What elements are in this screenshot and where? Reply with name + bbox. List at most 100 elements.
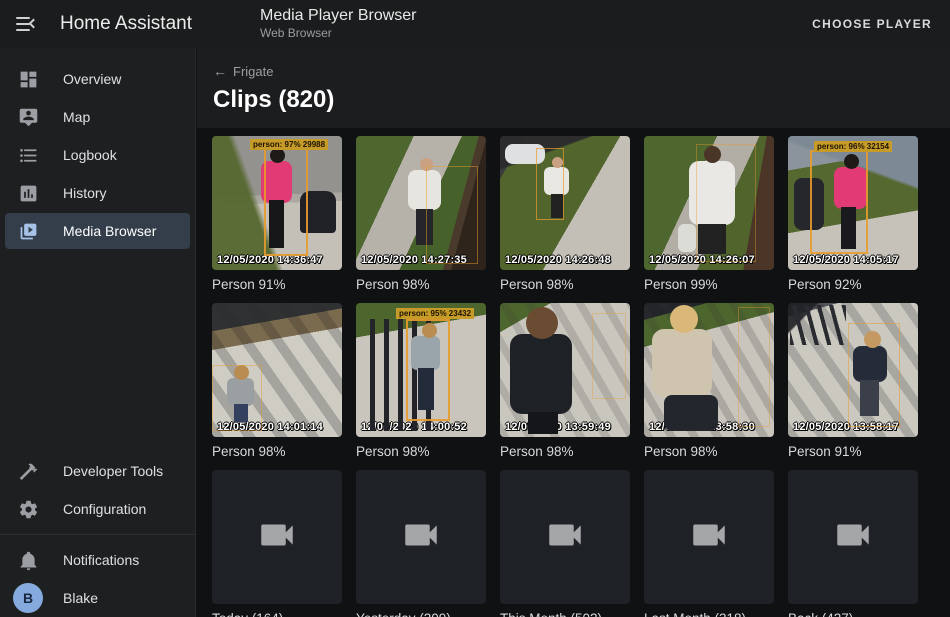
dashboard-icon bbox=[17, 68, 39, 90]
clip-thumbnail: person: 95% 23432 12/05/2020 14:00:52 bbox=[356, 303, 486, 437]
detection-bbox bbox=[264, 144, 308, 256]
folder-label: This Month (502) bbox=[500, 611, 630, 617]
video-camera-icon bbox=[544, 514, 586, 561]
detection-bbox bbox=[592, 313, 626, 399]
folder-label: Back (427) bbox=[788, 611, 918, 617]
clips-grid: person: 97% 29988 12/05/2020 14:36:47 Pe… bbox=[212, 136, 950, 617]
clip-caption: Person 92% bbox=[788, 277, 918, 292]
folder-label: Yesterday (209) bbox=[356, 611, 486, 617]
sidebar-item-developer-tools[interactable]: Developer Tools bbox=[5, 453, 190, 489]
clip-thumbnail: 12/05/2020 13:58:17 bbox=[788, 303, 918, 437]
back-arrow-icon: ← bbox=[213, 63, 227, 79]
clip-caption: Person 98% bbox=[356, 277, 486, 292]
clip-thumbnail: 12/05/2020 14:26:48 bbox=[500, 136, 630, 270]
folder-card-yesterday[interactable]: Yesterday (209) bbox=[356, 470, 486, 617]
history-icon bbox=[17, 182, 39, 204]
clip-thumbnail: 12/05/2020 13:59:49 bbox=[500, 303, 630, 437]
clip-card[interactable]: 12/05/2020 14:26:48 Person 98% bbox=[500, 136, 630, 292]
detection-label: person: 96% 32154 bbox=[814, 141, 892, 152]
folder-thumbnail bbox=[212, 470, 342, 604]
sidebar-header: Home Assistant bbox=[0, 13, 196, 35]
detection-bbox bbox=[848, 323, 900, 427]
video-camera-icon bbox=[256, 514, 298, 561]
clip-thumbnail: person: 96% 32154 12/05/2020 14:05:17 bbox=[788, 136, 918, 270]
sidebar-item-overview[interactable]: Overview bbox=[5, 61, 190, 97]
sidebar-item-user[interactable]: B Blake bbox=[5, 580, 190, 616]
folder-card-this-month[interactable]: This Month (502) bbox=[500, 470, 630, 617]
page-title-block: Media Player Browser Web Browser bbox=[260, 7, 417, 41]
sidebar-divider bbox=[0, 534, 195, 535]
clip-card[interactable]: 12/05/2020 13:58:17 Person 91% bbox=[788, 303, 918, 459]
breadcrumb-back[interactable]: ← Frigate bbox=[213, 63, 273, 79]
app-title: Home Assistant bbox=[60, 13, 192, 35]
detection-bbox bbox=[212, 365, 262, 431]
clip-card[interactable]: person: 97% 29988 12/05/2020 14:36:47 Pe… bbox=[212, 136, 342, 292]
clip-caption: Person 99% bbox=[644, 277, 774, 292]
clip-caption: Person 91% bbox=[788, 444, 918, 459]
sidebar: Overview Map Logbook History Media Brows… bbox=[0, 48, 196, 617]
gear-icon bbox=[17, 498, 39, 520]
detection-label: person: 95% 23432 bbox=[396, 308, 474, 319]
media-browser-icon bbox=[17, 220, 39, 242]
sidebar-item-logbook[interactable]: Logbook bbox=[5, 137, 190, 173]
sidebar-item-media-browser[interactable]: Media Browser bbox=[5, 213, 190, 249]
folder-card-today[interactable]: Today (164) bbox=[212, 470, 342, 617]
clip-caption: Person 98% bbox=[356, 444, 486, 459]
page-title: Media Player Browser bbox=[260, 7, 417, 25]
sidebar-toggle-icon[interactable] bbox=[16, 17, 38, 31]
clip-timestamp: 12/05/2020 14:26:48 bbox=[505, 254, 611, 266]
sidebar-item-history[interactable]: History bbox=[5, 175, 190, 211]
folder-card-last-month[interactable]: Last Month (318) bbox=[644, 470, 774, 617]
detection-bbox bbox=[738, 307, 770, 427]
user-name: Blake bbox=[63, 590, 98, 606]
clip-card[interactable]: 12/05/2020 13:58:30 Person 98% bbox=[644, 303, 774, 459]
folder-card-back[interactable]: Back (427) bbox=[788, 470, 918, 617]
clip-card[interactable]: 12/05/2020 14:26:07 Person 99% bbox=[644, 136, 774, 292]
clip-caption: Person 98% bbox=[500, 444, 630, 459]
media-browser-content: ← Frigate Clips (820) person: 97% 29988 … bbox=[197, 48, 950, 617]
sidebar-item-map[interactable]: Map bbox=[5, 99, 190, 135]
sidebar-item-notifications[interactable]: Notifications bbox=[5, 542, 190, 578]
clip-thumbnail: 12/05/2020 14:01:14 bbox=[212, 303, 342, 437]
clip-timestamp: 12/05/2020 14:05:17 bbox=[793, 254, 899, 266]
clip-card[interactable]: 12/05/2020 13:59:49 Person 98% bbox=[500, 303, 630, 459]
video-camera-icon bbox=[400, 514, 442, 561]
detection-bbox bbox=[536, 148, 564, 220]
page-subtitle: Web Browser bbox=[260, 27, 417, 41]
breadcrumb-label: Frigate bbox=[233, 64, 273, 79]
clip-caption: Person 98% bbox=[500, 277, 630, 292]
detection-bbox bbox=[406, 319, 450, 421]
content-header: ← Frigate Clips (820) bbox=[197, 48, 950, 128]
detection-bbox bbox=[810, 150, 868, 254]
folder-label: Today (164) bbox=[212, 611, 342, 617]
clip-thumbnail: 12/05/2020 13:58:30 bbox=[644, 303, 774, 437]
map-icon bbox=[17, 106, 39, 128]
choose-player-button[interactable]: CHOOSE PLAYER bbox=[802, 7, 950, 41]
detection-bbox bbox=[426, 166, 478, 264]
logbook-icon bbox=[17, 144, 39, 166]
clip-card[interactable]: person: 96% 32154 12/05/2020 14:05:17 Pe… bbox=[788, 136, 918, 292]
clip-caption: Person 98% bbox=[212, 444, 342, 459]
clip-card[interactable]: 12/05/2020 14:01:14 Person 98% bbox=[212, 303, 342, 459]
folder-thumbnail bbox=[788, 470, 918, 604]
top-app-bar: Home Assistant Media Player Browser Web … bbox=[0, 0, 950, 48]
clip-thumbnail: person: 97% 29988 12/05/2020 14:36:47 bbox=[212, 136, 342, 270]
bell-icon bbox=[17, 549, 39, 571]
clip-caption: Person 98% bbox=[644, 444, 774, 459]
sidebar-item-configuration[interactable]: Configuration bbox=[5, 491, 190, 527]
hammer-icon bbox=[17, 460, 39, 482]
folder-thumbnail bbox=[500, 470, 630, 604]
clip-thumbnail: 12/05/2020 14:26:07 bbox=[644, 136, 774, 270]
video-camera-icon bbox=[832, 514, 874, 561]
page-title: Clips (820) bbox=[213, 86, 934, 114]
clip-caption: Person 91% bbox=[212, 277, 342, 292]
clip-card[interactable]: person: 95% 23432 12/05/2020 14:00:52 Pe… bbox=[356, 303, 486, 459]
detection-label: person: 97% 29988 bbox=[250, 139, 328, 150]
detection-bbox bbox=[696, 144, 756, 262]
video-camera-icon bbox=[688, 514, 730, 561]
folder-thumbnail bbox=[644, 470, 774, 604]
clip-card[interactable]: 12/05/2020 14:27:35 Person 98% bbox=[356, 136, 486, 292]
avatar: B bbox=[13, 583, 43, 613]
folder-label: Last Month (318) bbox=[644, 611, 774, 617]
folder-thumbnail bbox=[356, 470, 486, 604]
